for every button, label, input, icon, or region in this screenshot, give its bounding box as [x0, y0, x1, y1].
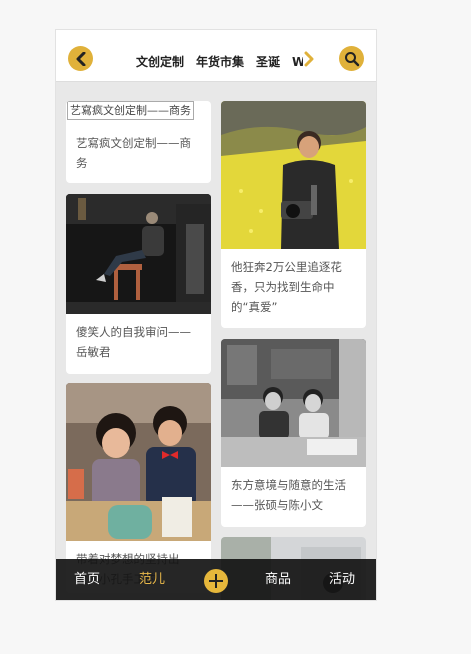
nav-events[interactable]: 活动	[329, 559, 355, 600]
tab-nianhuo[interactable]: 年货市集	[196, 55, 244, 69]
phone-screen: 艺寫疯文创定制——商务 艺寫疯文创定制——商务 傻笑人的自我审问——岳敏君 他狂…	[56, 30, 376, 600]
photo-man-in-flower-field	[221, 101, 366, 249]
article-photo	[221, 101, 366, 249]
card-title: 他狂奔2万公里追逐花香，只为找到生命中的“真爱”	[231, 260, 342, 314]
tab-christmas[interactable]: 圣诞	[256, 55, 280, 69]
search-icon	[344, 51, 359, 66]
article-card-2[interactable]: 他狂奔2万公里追逐花香，只为找到生命中的“真爱”	[221, 101, 366, 328]
chevron-right-icon[interactable]	[302, 51, 316, 67]
image-alt-text: 艺寫疯文创定制——商务	[67, 101, 194, 120]
photo-couple-in-studio	[221, 339, 366, 467]
article-photo	[66, 194, 211, 314]
card-title: 艺寫疯文创定制——商务	[76, 136, 191, 170]
bottom-navigation-bar: 首页 范儿 商品 活动	[56, 559, 376, 600]
article-card-1[interactable]: 艺寫疯文创定制——商务 艺寫疯文创定制——商务	[66, 101, 211, 183]
tab-wenchuang[interactable]: 文创定制	[136, 55, 184, 69]
search-button[interactable]	[339, 46, 364, 71]
article-card-3[interactable]: 傻笑人的自我审问——岳敏君	[66, 194, 211, 374]
nav-goods[interactable]: 商品	[265, 559, 291, 600]
nav-fan[interactable]: 范儿	[139, 559, 165, 600]
broken-image: 艺寫疯文创定制——商务	[66, 101, 211, 125]
card-title: 东方意境与随意的生活——张硕与陈小文	[231, 478, 346, 512]
category-tabs: 文创定制 年货市集 圣诞 W	[136, 53, 303, 75]
plus-icon[interactable]	[204, 569, 228, 593]
photo-man-on-chair	[66, 194, 211, 314]
photo-two-girls	[66, 383, 211, 541]
card-title: 傻笑人的自我审问——岳敏君	[76, 325, 191, 359]
article-photo	[66, 383, 211, 541]
article-photo	[221, 339, 366, 467]
chevron-left-icon	[76, 51, 85, 66]
nav-home[interactable]: 首页	[74, 559, 100, 600]
article-card-4[interactable]: 东方意境与随意的生活——张硕与陈小文	[221, 339, 366, 527]
back-button[interactable]	[68, 46, 93, 71]
top-navigation-bar: 文创定制 年货市集 圣诞 W	[56, 30, 376, 82]
